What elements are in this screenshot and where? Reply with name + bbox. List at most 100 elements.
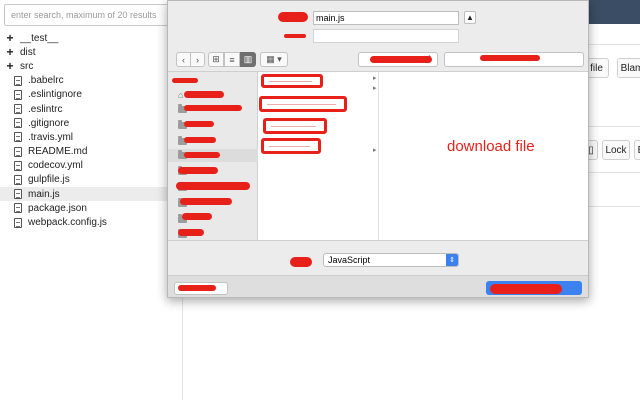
tree-item-label: main.js (28, 188, 60, 200)
redacted-folder-item[interactable] (263, 118, 327, 134)
format-dropdown[interactable]: JavaScript ⇕ (323, 253, 459, 267)
tree-item[interactable]: .babelrc (0, 74, 183, 88)
expand-dialog-button[interactable]: ▲ (464, 11, 476, 24)
divider (584, 206, 640, 207)
file-icon (14, 203, 22, 214)
column-view-button[interactable]: ▥ (240, 52, 256, 67)
tree-item[interactable]: codecov.yml (0, 159, 183, 173)
tags-input[interactable] (313, 29, 459, 43)
redacted-folder-item[interactable] (261, 138, 321, 154)
file-icon (14, 160, 22, 171)
tree-item-label: .eslintrc (28, 103, 63, 115)
redacted-search-text (480, 55, 540, 61)
tree-item[interactable]: .gitignore (0, 116, 183, 130)
list-view-button[interactable]: ≡ (224, 52, 240, 67)
download-file-annotation: download file (447, 138, 535, 155)
file-icon (14, 104, 22, 115)
button-label: Lock (605, 144, 627, 156)
redacted-favorite (184, 91, 224, 98)
save-as-filename-input[interactable] (313, 11, 459, 25)
tree-item-selected[interactable]: main.js (0, 187, 183, 202)
file-tree-sidebar: + __test__ + dist + src .babelrc .eslintign… (0, 0, 183, 400)
redacted-favorite (176, 182, 250, 190)
redacted-format-label (290, 257, 312, 267)
dialog-button-bar (168, 275, 588, 297)
tree-item-label: __test__ (20, 32, 59, 44)
tree-item[interactable]: + __test__ (0, 31, 183, 45)
grid-icon: ⊞ (212, 54, 220, 64)
blame-button[interactable]: Blam (617, 58, 640, 78)
chevron-right-icon: › (196, 54, 199, 65)
tree-item-label: codecov.yml (28, 160, 83, 172)
forward-button[interactable]: › (190, 52, 205, 67)
gallery-icon: ▦ ▾ (266, 54, 282, 64)
file-icon (14, 189, 22, 200)
disclosure-arrow-icon: ▸ (373, 147, 377, 154)
expand-plus-icon[interactable]: + (4, 60, 16, 72)
redacted-favorite (184, 152, 220, 158)
disclosure-arrow-icon: ▸ (373, 85, 377, 92)
file-icon (14, 132, 22, 143)
tree-item[interactable]: gulpfile.js (0, 173, 183, 187)
lock-button[interactable]: Lock (602, 140, 630, 160)
tree-item-label: README.md (28, 146, 88, 158)
redacted-folder-item[interactable] (259, 96, 347, 112)
divider (584, 126, 640, 127)
tree-item-label: .gitignore (28, 117, 70, 129)
icon-view-button[interactable]: ⊞ (208, 52, 224, 67)
expand-plus-icon[interactable]: + (4, 46, 16, 58)
preview-column (380, 72, 588, 240)
file-icon (14, 89, 22, 100)
redacted-favorite (178, 167, 218, 174)
redacted-folder-item[interactable] (261, 74, 323, 88)
chevron-updown-icon: ⇕ (446, 254, 458, 266)
tree-item-label: webpack.config.js (28, 217, 107, 229)
file-icon (14, 174, 22, 185)
chevron-up-icon: ▲ (466, 13, 474, 22)
button-label: Blam (620, 62, 640, 74)
back-button[interactable]: ‹ (176, 52, 191, 67)
tree-item-label: src (20, 60, 34, 72)
redacted-favorite (184, 121, 214, 127)
redacted-favorite (184, 137, 216, 143)
folder-column: ▸ ▸ ▸ (259, 72, 379, 240)
redacted-button-label (178, 285, 216, 291)
redacted-favorite (180, 198, 232, 205)
tree-item-label: .babelrc (28, 75, 64, 87)
tree-item[interactable]: .travis.yml (0, 130, 183, 144)
save-file-dialog: ▲ ‹ › ⊞ ≡ ▥ ▦ ▾ ⌃ ⌂ (167, 0, 589, 298)
format-value: JavaScript (328, 255, 371, 265)
tree-item[interactable]: package.json (0, 201, 183, 215)
overflow-button[interactable]: B (634, 140, 640, 160)
disclosure-arrow-icon: ▸ (373, 75, 377, 82)
redacted-location (370, 56, 432, 63)
copy-icon: ▯ (588, 144, 594, 156)
tree-item[interactable]: + dist (0, 45, 183, 59)
divider (584, 44, 640, 45)
redacted-favorite (182, 213, 212, 220)
tree-item-label: dist (20, 46, 36, 58)
gallery-view-button[interactable]: ▦ ▾ (260, 52, 288, 67)
file-browser: ⌂ ▸ ▸ ▸ (168, 71, 588, 241)
tree-item-label: package.json (28, 202, 87, 214)
redacted-tags-label (284, 34, 306, 38)
tree-item[interactable]: + src (0, 59, 183, 73)
file-icon (14, 118, 22, 129)
file-icon (14, 146, 22, 157)
divider (584, 172, 640, 173)
tree-item[interactable]: README.md (0, 145, 183, 159)
favorites-sidebar: ⌂ (168, 72, 258, 240)
home-icon: ⌂ (178, 90, 184, 100)
button-label: file (590, 62, 603, 74)
file-icon (14, 75, 22, 86)
file-icon (14, 217, 22, 228)
expand-plus-icon[interactable]: + (4, 32, 16, 44)
tree-item[interactable]: webpack.config.js (0, 215, 183, 229)
redacted-favorite (184, 105, 242, 111)
tree-item[interactable]: .eslintignore (0, 88, 183, 102)
tree-item[interactable]: .eslintrc (0, 102, 183, 116)
file-search-input[interactable] (4, 4, 178, 26)
redacted-save-as-label (278, 12, 308, 22)
tree-item-label: .eslintignore (28, 89, 82, 101)
tree-item-label: gulpfile.js (28, 174, 70, 186)
